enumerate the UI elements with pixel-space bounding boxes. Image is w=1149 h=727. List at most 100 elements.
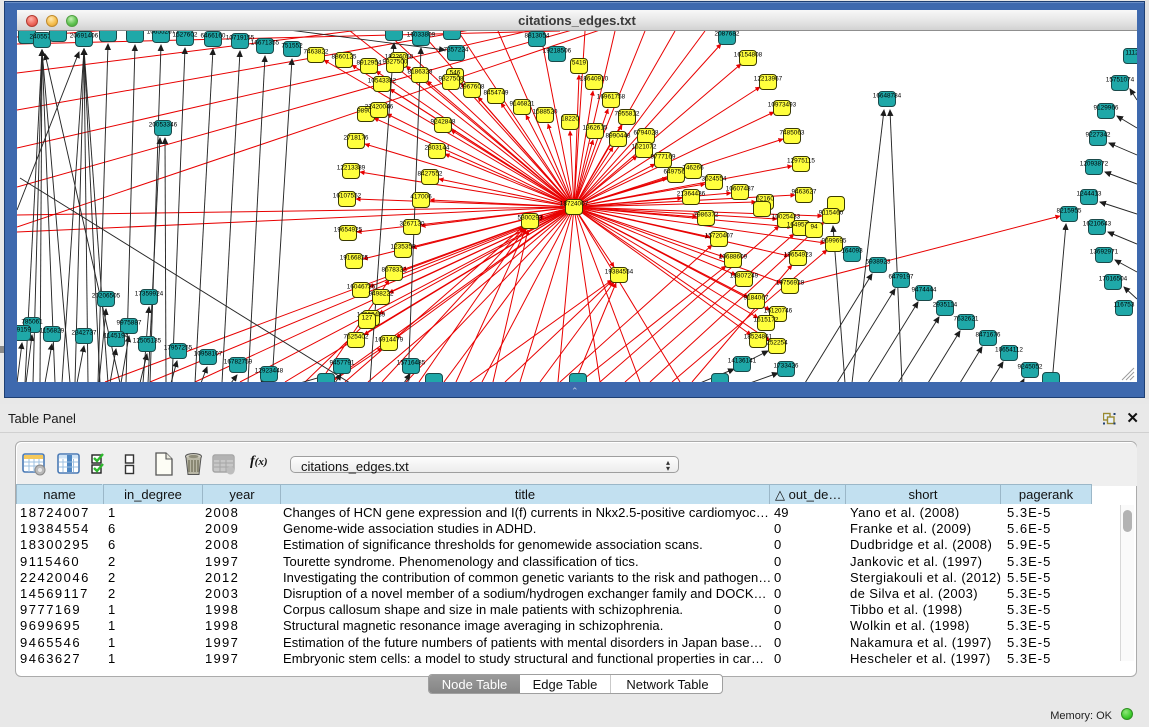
svg-text:5300293: 5300293: [518, 215, 543, 222]
svg-text:16033809: 16033809: [407, 32, 436, 39]
svg-text:9227342: 9227342: [1086, 132, 1111, 139]
svg-text:252254: 252254: [766, 340, 788, 347]
svg-text:8912954: 8912954: [357, 60, 382, 67]
svg-text:9457791: 9457791: [330, 360, 355, 367]
svg-text:18724007: 18724007: [560, 201, 589, 208]
svg-text:18220: 18220: [561, 116, 579, 123]
svg-text:9327500: 9327500: [383, 59, 408, 66]
svg-text:9146821: 9146821: [510, 101, 535, 108]
svg-text:22420046: 22420046: [365, 104, 394, 111]
svg-text:17016504: 17016504: [1099, 276, 1128, 283]
svg-text:7463822: 7463822: [304, 49, 329, 56]
svg-text:10543382: 10543382: [368, 78, 397, 85]
svg-text:9245052: 9245052: [1018, 364, 1043, 371]
svg-text:19218506: 19218506: [543, 48, 572, 55]
svg-text:8990448: 8990448: [606, 133, 631, 140]
svg-text:3624554: 3624554: [702, 176, 727, 183]
svg-text:127: 127: [362, 315, 373, 322]
svg-text:10688609: 10688609: [719, 254, 748, 261]
svg-text:8427552: 8427552: [418, 171, 443, 178]
svg-text:417006: 417006: [410, 194, 432, 201]
svg-text:16046736: 16046736: [347, 284, 376, 291]
svg-text:94: 94: [810, 224, 818, 231]
svg-text:7625402: 7625402: [344, 334, 369, 341]
svg-text:19756928: 19756928: [776, 280, 805, 287]
svg-text:7986372: 7986372: [694, 212, 719, 219]
svg-text:15751074: 15751074: [1106, 77, 1135, 84]
svg-text:19384554: 19384554: [605, 269, 634, 276]
svg-text:10607487: 10607487: [726, 186, 755, 193]
svg-text:1588520: 1588520: [533, 109, 558, 116]
svg-text:16671355: 16671355: [251, 40, 280, 47]
svg-text:1244413: 1244413: [1077, 191, 1102, 198]
svg-text:9184067: 9184067: [744, 295, 769, 302]
svg-text:1112: 1112: [1125, 50, 1137, 57]
svg-text:16782759: 16782759: [224, 359, 253, 366]
svg-text:2087682: 2087682: [715, 31, 740, 38]
svg-text:12093872: 12093872: [1080, 161, 1109, 168]
svg-text:8678332: 8678332: [382, 267, 407, 274]
svg-text:751552: 751552: [281, 43, 303, 50]
svg-text:1615172: 1615172: [754, 317, 779, 324]
svg-text:15720407: 15720407: [705, 233, 734, 240]
svg-text:5938923: 5938923: [866, 259, 891, 266]
svg-text:9975887: 9975887: [117, 320, 142, 327]
svg-text:2935114: 2935114: [933, 302, 958, 309]
svg-text:2967608: 2967608: [460, 84, 485, 91]
svg-text:10958107: 10958107: [194, 351, 223, 358]
svg-text:20691406: 20691406: [70, 33, 99, 40]
svg-text:2803144: 2803144: [425, 145, 450, 152]
svg-text:9115460: 9115460: [819, 210, 844, 217]
svg-text:16210643: 16210643: [1083, 221, 1112, 228]
svg-text:17957255: 17957255: [164, 345, 193, 352]
svg-text:17359924: 17359924: [135, 291, 164, 298]
svg-text:12213389: 12213389: [337, 165, 366, 172]
svg-text:8454749: 8454749: [484, 90, 509, 97]
svg-text:6479197: 6479197: [889, 274, 914, 281]
svg-text:1235359: 1235359: [391, 244, 416, 251]
svg-text:1733426: 1733426: [774, 363, 799, 370]
svg-text:2718176: 2718176: [344, 135, 369, 142]
svg-text:7955812: 7955812: [615, 111, 640, 118]
svg-text:1621072: 1621072: [632, 144, 657, 151]
svg-text:16154808: 16154808: [734, 52, 763, 59]
svg-text:10655267: 10655267: [147, 31, 176, 36]
svg-text:1145194: 1145194: [104, 333, 129, 340]
svg-text:20053346: 20053346: [149, 122, 178, 129]
svg-text:785061: 785061: [21, 319, 43, 326]
svg-text:12923448: 12923448: [255, 368, 284, 375]
svg-text:16120746: 16120746: [764, 308, 793, 315]
svg-text:9463627: 9463627: [792, 189, 817, 196]
svg-text:1156829: 1156829: [40, 328, 65, 335]
svg-text:12213967: 12213967: [754, 76, 783, 83]
svg-text:6466160: 6466160: [201, 33, 226, 40]
svg-text:7632621: 7632621: [954, 316, 979, 323]
svg-text:8471676: 8471676: [976, 332, 1001, 339]
svg-text:10025433: 10025433: [772, 214, 801, 221]
svg-text:8215955: 8215955: [1057, 208, 1082, 215]
svg-text:7485063: 7485063: [780, 130, 805, 137]
svg-text:9474444: 9474444: [912, 287, 937, 294]
svg-text:13692971: 13692971: [1090, 249, 1119, 256]
svg-text:3267130: 3267130: [400, 221, 425, 228]
svg-text:116753: 116753: [1114, 302, 1135, 309]
svg-text:9498222: 9498222: [369, 291, 394, 298]
svg-text:7357224: 7357224: [444, 47, 469, 54]
svg-text:5419: 5419: [572, 60, 587, 67]
svg-text:9129966: 9129966: [1094, 105, 1119, 112]
svg-text:16961758: 16961758: [597, 94, 626, 101]
svg-text:1362615: 1362615: [583, 125, 608, 132]
svg-text:1527602: 1527602: [173, 32, 198, 39]
svg-text:8813054: 8813054: [525, 33, 550, 40]
svg-text:9242848: 9242848: [431, 119, 456, 126]
svg-text:9777169: 9777169: [651, 154, 676, 161]
svg-text:8860125: 8860125: [332, 54, 357, 61]
svg-text:12975115: 12975115: [787, 158, 815, 165]
svg-text:10973493: 10973493: [768, 102, 797, 109]
svg-text:16914479: 16914479: [375, 337, 404, 344]
svg-text:164093: 164093: [841, 248, 863, 255]
svg-text:2342737: 2342737: [72, 330, 97, 337]
svg-text:15716485: 15716485: [397, 360, 426, 367]
svg-text:9327508: 9327508: [439, 76, 464, 83]
svg-text:19654923: 19654923: [784, 252, 813, 259]
